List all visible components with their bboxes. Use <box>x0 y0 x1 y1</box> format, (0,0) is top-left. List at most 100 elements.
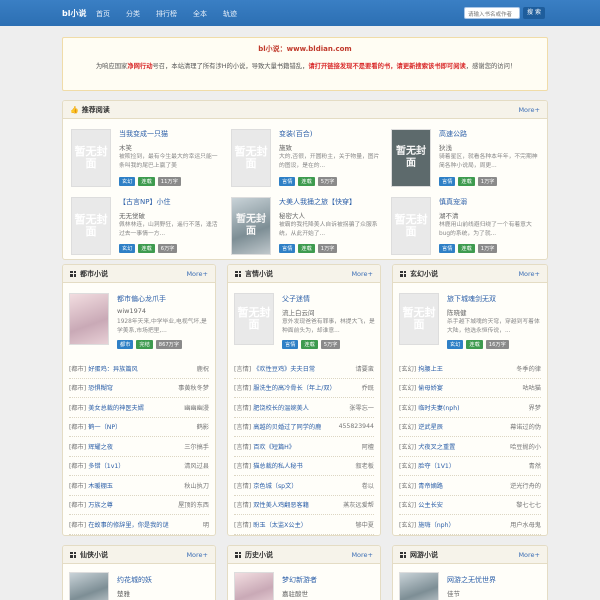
list-item-category[interactable]: [玄幻] <box>399 383 416 392</box>
more-link[interactable]: More+ <box>186 551 208 559</box>
category-tag[interactable]: 言情 <box>279 244 296 253</box>
list-item-title[interactable]: 鹤一（NP） <box>88 422 196 431</box>
list-item-title[interactable]: 好蛋鸡：异族篇风 <box>88 364 196 373</box>
category-tag[interactable]: 言情 <box>439 244 456 253</box>
list-item-title[interactable]: 高越的贝婚过了同学的鹿 <box>253 422 338 431</box>
list-item-category[interactable]: [言情] <box>234 442 251 451</box>
list-item-category[interactable]: [言情] <box>234 422 251 431</box>
book-title[interactable]: 当我变成一只猫 <box>119 129 168 139</box>
more-link[interactable]: More+ <box>351 270 373 278</box>
list-item[interactable]: [言情] 双性美人鸡翻恶客籍 蒸灰远爱帮 <box>234 496 374 515</box>
book-cover[interactable]: 暂无封面 <box>391 197 431 255</box>
list-item-title[interactable]: 辉耀之夜 <box>88 442 184 451</box>
book-cover[interactable] <box>234 572 274 600</box>
book-cover[interactable]: 暂无封面 <box>231 197 271 255</box>
list-item-title[interactable]: 犬夜叉之重置 <box>418 442 510 451</box>
list-item-category[interactable]: [玄幻] <box>399 422 416 431</box>
list-item-title[interactable]: 临时夫妻(nph) <box>418 403 528 412</box>
more-link[interactable]: More+ <box>518 106 540 114</box>
book-title[interactable]: 旅下城魂剑无双 <box>447 294 496 304</box>
list-item-category[interactable]: [玄幻] <box>399 442 416 451</box>
list-item-title[interactable]: 脸夺（1V1） <box>418 461 528 470</box>
list-item-title[interactable]: 万族之尊 <box>88 500 178 509</box>
book-cover[interactable]: 暂无封面 <box>71 197 111 255</box>
list-item[interactable]: [玄幻] 施嗨（nph） 用户水母鬼 <box>399 515 541 535</box>
nav-history[interactable]: 轨迹 <box>223 9 237 19</box>
site-logo[interactable]: bl小说 <box>62 8 86 19</box>
book-cover[interactable]: 暂无封面 <box>399 293 439 345</box>
list-item-title[interactable]: 美女总裁的神医夫婿 <box>88 403 184 412</box>
list-item-title[interactable]: 多错（1v1） <box>88 461 184 470</box>
book-title[interactable]: 变装(百合) <box>279 129 312 139</box>
category-tag[interactable]: 玄幻 <box>119 244 136 253</box>
list-item-title[interactable]: 偷母娇宴 <box>418 383 522 392</box>
list-item-title[interactable]: 逆武星辰 <box>418 422 510 431</box>
search-input[interactable]: 请输入书名或作者 <box>464 7 520 19</box>
list-item[interactable]: [言情] 百欢《短篇H》 阿檀 <box>234 437 374 457</box>
list-item[interactable]: [都市] 多错（1v1） 清风过县 <box>69 457 209 476</box>
book-title[interactable]: 高速公路 <box>439 129 467 139</box>
list-item[interactable]: [言情] 《欢性豆鸡》夫夫日常 请要蛮 <box>234 359 374 379</box>
list-item[interactable]: [都市] 恐惧糊穹 事黄秋冬梦 <box>69 379 209 398</box>
category-tag[interactable]: 言情 <box>279 177 296 186</box>
nav-home[interactable]: 首页 <box>96 9 110 19</box>
list-item-category[interactable]: [都市] <box>69 364 86 373</box>
list-item-category[interactable]: [都市] <box>69 383 86 392</box>
book-title[interactable]: 梦幻新游者 <box>282 575 317 585</box>
book-title[interactable]: 【古言NP】小住 <box>119 197 170 207</box>
list-item[interactable]: [都市] 鹤一（NP） 鹤影 <box>69 418 209 437</box>
book-title[interactable]: 网游之无忧世界 <box>447 575 496 585</box>
book-cover[interactable] <box>69 293 109 345</box>
list-item-category[interactable]: [言情] <box>234 481 251 490</box>
book-title[interactable]: 父子迷情 <box>282 294 310 304</box>
list-item-title[interactable]: 双性美人鸡翻恶客籍 <box>253 500 343 509</box>
book-title[interactable]: 都市偏心龙爪手 <box>117 294 166 304</box>
list-item[interactable]: [玄幻] 脸夺（1V1） 青然 <box>399 457 541 476</box>
list-item[interactable]: [言情] 猫总裁的私人秘书 叙老板 <box>234 457 374 476</box>
nav-category[interactable]: 分类 <box>126 9 140 19</box>
list-item[interactable]: [都市] 辉耀之夜 三尔搞手 <box>69 437 209 457</box>
nav-ranking[interactable]: 排行榜 <box>156 9 177 19</box>
list-item-category[interactable]: [都市] <box>69 500 86 509</box>
list-item[interactable]: [玄幻] 临时夫妻(nph) 界梦 <box>399 398 541 418</box>
list-item[interactable]: [言情] 盼玉（太监X公主） 够中夏 <box>234 515 374 535</box>
list-item-category[interactable]: [言情] <box>234 500 251 509</box>
list-item[interactable]: [玄幻] 逆武星辰 幕诺过的伪 <box>399 418 541 437</box>
list-item[interactable]: [玄幻] 拘腰上王 冬季的律 <box>399 359 541 379</box>
list-item-category[interactable]: [玄幻] <box>399 481 416 490</box>
list-item-title[interactable]: 木暖棚玉 <box>88 481 184 490</box>
list-item[interactable]: [言情] 京色城（sp文） 卷以 <box>234 476 374 496</box>
list-item[interactable]: [言情] 服洗生的高冷骨长（年上/双） 乔既 <box>234 379 374 398</box>
book-cover[interactable]: 暂无封面 <box>231 129 271 187</box>
list-item-title[interactable]: 猫总裁的私人秘书 <box>253 461 355 470</box>
category-tag[interactable]: 言情 <box>282 340 299 349</box>
list-item-title[interactable]: 拘腰上王 <box>418 364 516 373</box>
list-item[interactable]: [都市] 木暖棚玉 秋山执刀 <box>69 476 209 496</box>
book-cover[interactable]: 暂无封面 <box>391 129 431 187</box>
list-item-title[interactable]: 施嗨（nph） <box>418 520 510 529</box>
search-button[interactable]: 搜 索 <box>523 7 545 19</box>
list-item-title[interactable]: 《欢性豆鸡》夫夫日常 <box>253 364 355 373</box>
list-item[interactable]: [玄幻] 青帝嫡路 逆光行舟的 <box>399 476 541 496</box>
list-item-title[interactable]: 盼玉（太监X公主） <box>253 520 355 529</box>
list-item-category[interactable]: [玄幻] <box>399 520 416 529</box>
list-item[interactable]: [言情] 高越的贝婚过了同学的鹿 455823944 <box>234 418 374 437</box>
list-item-category[interactable]: [都市] <box>69 481 86 490</box>
nav-completed[interactable]: 全本 <box>193 9 207 19</box>
more-link[interactable]: More+ <box>186 270 208 278</box>
book-cover[interactable] <box>69 572 109 600</box>
category-tag[interactable]: 都市 <box>117 340 134 349</box>
list-item[interactable]: [玄幻] 公主长安 黎七七七 <box>399 496 541 515</box>
list-item[interactable]: [玄幻] 偷母娇宴 咕咕猫 <box>399 379 541 398</box>
book-cover[interactable] <box>399 572 439 600</box>
list-item[interactable]: [玄幻] 犬夜叉之重置 哈豆抛的小 <box>399 437 541 457</box>
category-tag[interactable]: 玄幻 <box>447 340 464 349</box>
more-link[interactable]: More+ <box>518 551 540 559</box>
list-item-title[interactable]: 公主长安 <box>418 500 516 509</box>
list-item-category[interactable]: [玄幻] <box>399 461 416 470</box>
list-item-category[interactable]: [言情] <box>234 403 251 412</box>
book-cover[interactable]: 暂无封面 <box>71 129 111 187</box>
book-title[interactable]: 慎真宠溺 <box>439 197 467 207</box>
list-item-category[interactable]: [都市] <box>69 422 86 431</box>
list-item-title[interactable]: 在故事的修辞里，你是我的谜 <box>88 520 203 529</box>
